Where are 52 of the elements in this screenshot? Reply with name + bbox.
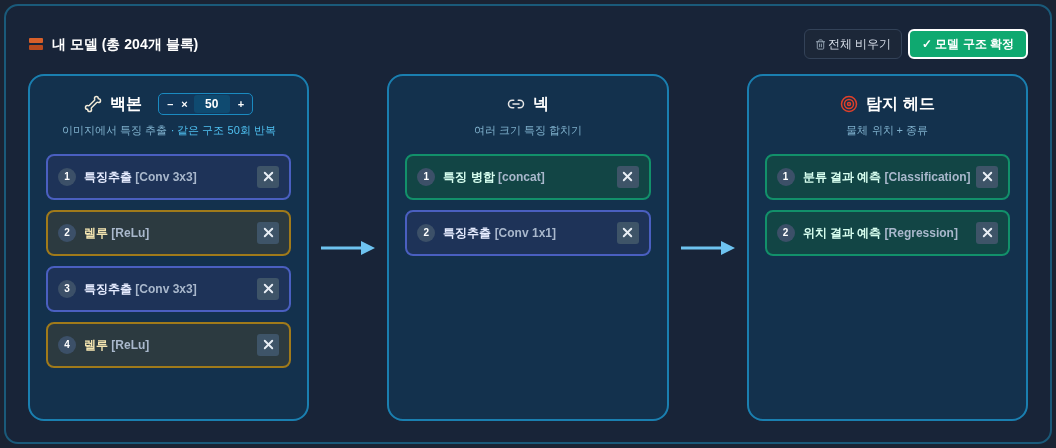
block-number: 2 [417, 223, 436, 242]
remove-button[interactable] [257, 333, 280, 356]
target-icon [840, 95, 859, 113]
block-label: 특징추출 [Conv 1x1] [443, 224, 557, 242]
increment-button[interactable]: + [235, 95, 247, 113]
block-number: 1 [58, 167, 76, 186]
remove-button[interactable] [616, 221, 639, 244]
block-number: 3 [58, 279, 76, 298]
block-number: 1 [417, 167, 436, 186]
block-label: 렐루 [ReLu] [84, 336, 151, 354]
block-number: 1 [776, 167, 795, 186]
stage-subtitle: 여러 크기 특징 합치기 [473, 123, 583, 138]
arrow-icon [680, 239, 735, 256]
block-label: 특징 병합 [concat] [443, 168, 546, 186]
block-label: 분류 결과 예측 [Classification] [802, 168, 972, 186]
remove-button[interactable] [976, 165, 998, 188]
block-number: 2 [776, 223, 795, 242]
block-label: 특징추출 [Conv 3x3] [84, 168, 198, 186]
repeat-input[interactable]: 50 [193, 95, 230, 113]
layer-block[interactable]: 2 위치 결과 예측 [Regression] [764, 209, 1010, 256]
layer-block[interactable]: 1 분류 결과 예측 [Classification] [764, 153, 1010, 200]
layer-block[interactable]: 3 특징추출 [Conv 3x3] [46, 265, 292, 312]
layer-block[interactable]: 2 렐루 [ReLu] [46, 209, 292, 256]
block-number: 2 [58, 223, 76, 242]
stage-title: 넥 [533, 94, 549, 114]
block-number: 4 [58, 335, 76, 354]
stage-subtitle: 물체 위치 + 종류 [846, 123, 929, 138]
layer-block[interactable]: 2 특징추출 [Conv 1x1] [405, 209, 651, 256]
remove-button[interactable] [976, 221, 998, 244]
clear-label: 전체 비우기 [827, 36, 891, 53]
stage-subtitle: 이미지에서 특징 추출 [61, 123, 167, 138]
stage-title: 탐지 헤드 [866, 94, 935, 114]
remove-button[interactable] [616, 165, 639, 188]
stage-title: 백본 [110, 94, 143, 114]
decrement-button[interactable]: – [165, 95, 176, 113]
remove-button[interactable] [257, 165, 280, 188]
remove-button[interactable] [257, 277, 280, 300]
bone-icon [84, 95, 103, 113]
layer-block[interactable]: 1 특징추출 [Conv 3x3] [46, 153, 292, 200]
layer-block[interactable]: 1 특징 병합 [concat] [405, 153, 651, 200]
repeat-note: · 같은 구조 50회 반복 [170, 123, 276, 138]
arrow-icon [321, 239, 376, 256]
times-sign: × [181, 96, 188, 112]
block-label: 렐루 [ReLu] [84, 224, 151, 242]
trash-icon [814, 38, 826, 50]
block-label: 위치 결과 예측 [Regression] [802, 224, 959, 242]
bricks-icon [28, 37, 44, 51]
block-label: 특징추출 [Conv 3x3] [84, 280, 198, 298]
layer-block[interactable]: 4 렐루 [ReLu] [46, 321, 292, 368]
clear-button[interactable]: 전체 비우기 [803, 29, 902, 59]
model-title: 내 모델 (총 204개 블록) [52, 34, 199, 54]
remove-button[interactable] [257, 221, 280, 244]
